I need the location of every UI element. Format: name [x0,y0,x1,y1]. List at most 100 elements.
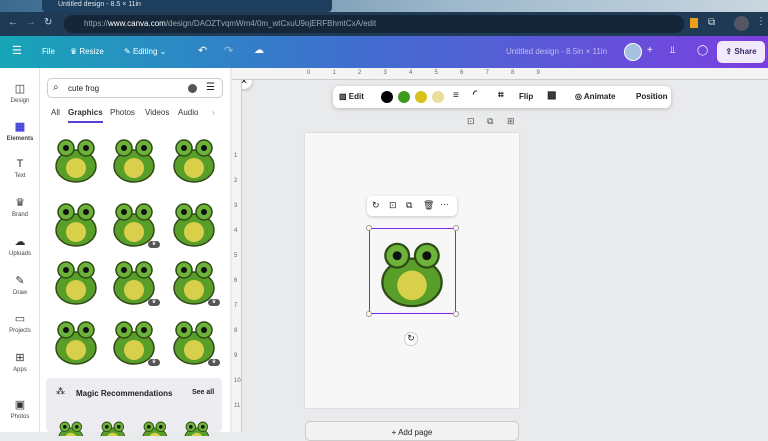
graphic-result-frog[interactable] [166,130,222,186]
tab-photos[interactable]: Photos [110,108,135,117]
sparkle-icon: ⁂ [56,386,65,396]
rail-apps[interactable]: ⊞ Apps [0,351,40,373]
top-ruler: 0 1 2 3 4 5 6 7 8 9 [232,68,768,80]
color-swatch-black[interactable] [381,91,393,103]
side-rail: ◫ Design ▦ Elements T Text ♛ Brand ☁ Uploads … [0,68,40,432]
rail-label: Elements [6,136,34,142]
edit-button[interactable]: ▨ Edit [339,92,364,101]
rail-label: Brand [11,212,28,218]
resize-handle[interactable] [366,311,372,317]
forward-icon[interactable]: → [26,17,36,28]
selected-frog-element[interactable] [366,225,459,317]
rail-uploads[interactable]: ☁ Uploads [0,235,40,257]
url-field[interactable]: https://www.canva.com/design/DAOZTvqmWm4… [64,15,684,33]
border-style-icon[interactable]: ≡ [453,90,459,101]
duplicate-icon[interactable]: ⧉ [406,200,412,211]
menu-dots-icon[interactable]: ⋮ [756,16,766,27]
rail-elements[interactable]: ▦ Elements [0,120,40,142]
rail-label: Draw [12,290,27,296]
ruler-tick-label: 4 [409,70,413,76]
ruler-tick-label: 1 [234,153,238,159]
color-swatch-pale-yellow[interactable] [432,91,444,103]
graphic-result-frog[interactable] [48,130,104,186]
color-swatch-yellow[interactable] [415,91,427,103]
rail-draw[interactable]: ✎ Draw [0,274,40,296]
lock-page-icon[interactable]: ⊡ [467,116,475,127]
redo-icon[interactable]: ↷ [224,44,233,57]
rotate-refresh-icon[interactable]: ↻ [372,200,380,211]
position-button[interactable]: Position [636,92,668,101]
rail-photos[interactable]: ▣ Photos [0,398,40,420]
collaborator-avatar[interactable] [624,43,642,61]
ruler-tick-label: 6 [234,278,238,284]
frog-thumbnail [55,139,97,183]
tab-all[interactable]: All [51,108,60,117]
filter-icon[interactable]: ☰ [206,82,215,93]
tab-audio[interactable]: Audio [178,108,198,117]
graphic-result-frog[interactable] [48,194,104,250]
ruler-tick-label: 3 [383,70,387,76]
graphic-result-frog[interactable]: ♛ [106,252,162,308]
lock-icon[interactable]: ⊡ [389,200,397,211]
crop-icon[interactable]: ⌗ [498,90,504,101]
cloud-saved-icon[interactable]: ☁ [254,45,264,56]
rotate-handle-icon[interactable]: ↻ [404,332,418,346]
resize-handle[interactable] [366,225,372,231]
graphic-result-frog[interactable] [48,312,104,368]
tabs-scroll-right-icon[interactable]: › [212,108,215,117]
browser-tab[interactable]: Untitled design - 8.5 × 11in [42,0,332,12]
see-all-link[interactable]: See all [192,389,214,396]
comment-icon[interactable]: ◯ [697,45,708,56]
search-icon: ⌕ [53,82,59,93]
undo-icon[interactable]: ↶ [198,44,207,57]
search-value: cute frog [68,84,100,93]
extensions-puzzle-icon[interactable]: ⧉ [708,17,715,28]
insights-chart-icon[interactable]: ⫫ [670,45,676,56]
recommended-frogs[interactable] [54,416,224,436]
back-icon[interactable]: ← [8,17,18,28]
animate-button[interactable]: ◎ Animate [575,92,615,101]
resize-handle[interactable] [453,311,459,317]
tab-videos[interactable]: Videos [145,108,169,117]
color-swatch-green[interactable] [398,91,410,103]
resize-button[interactable]: ♛ Resize [70,47,104,56]
design-icon: ◫ [14,83,26,95]
search-input[interactable]: ⌕ cute frog ☰ [47,78,223,98]
graphic-result-frog[interactable] [166,194,222,250]
graphic-result-frog[interactable] [48,252,104,308]
rail-projects[interactable]: ▭ Projects [0,312,40,334]
rail-text[interactable]: T Text [0,158,40,179]
apps-icon: ⊞ [15,352,25,364]
resize-handle[interactable] [453,225,459,231]
magic-recommendations: ⁂ Magic Recommendations See all [46,378,222,436]
graphic-result-frog[interactable] [106,130,162,186]
graphic-result-frog[interactable]: ♛ [166,312,222,368]
file-menu[interactable]: File [42,47,55,56]
ruler-tick-label: 9 [234,353,238,359]
extension-icon[interactable] [690,18,698,28]
rail-brand[interactable]: ♛ Brand [0,196,40,218]
ruler-tick-label: 8 [511,70,515,76]
rail-design[interactable]: ◫ Design [0,82,40,104]
graphic-result-frog[interactable]: ♛ [166,252,222,308]
more-options-icon[interactable]: ··· [440,199,449,209]
profile-avatar[interactable] [734,16,749,31]
tab-graphics[interactable]: Graphics [68,108,103,123]
graphic-result-frog[interactable]: ♛ [106,312,162,368]
document-title[interactable]: Untitled design - 8.5in × 11in [506,47,607,56]
graphic-result-frog[interactable]: ♛ [106,194,162,250]
add-page-icon[interactable]: ⊞ [507,116,515,127]
share-button[interactable]: ⇪ Share [717,41,765,63]
duplicate-page-icon[interactable]: ⧉ [487,116,493,127]
premium-badge-icon: ♛ [208,359,220,366]
add-collaborator-icon[interactable]: + [647,45,653,56]
editing-mode-button[interactable]: ✎ Editing ⌄ [124,47,166,56]
menu-icon[interactable]: ☰ [12,44,22,57]
clear-search-icon[interactable] [188,84,197,93]
flip-button[interactable]: Flip [519,92,533,101]
transparency-icon[interactable]: ▩ [547,90,556,101]
reload-icon[interactable]: ↻ [44,17,52,28]
add-page-button[interactable]: + Add page [305,421,519,441]
corner-rounding-icon[interactable]: ◜ [473,89,477,100]
delete-icon[interactable]: 🗑 [423,200,434,211]
